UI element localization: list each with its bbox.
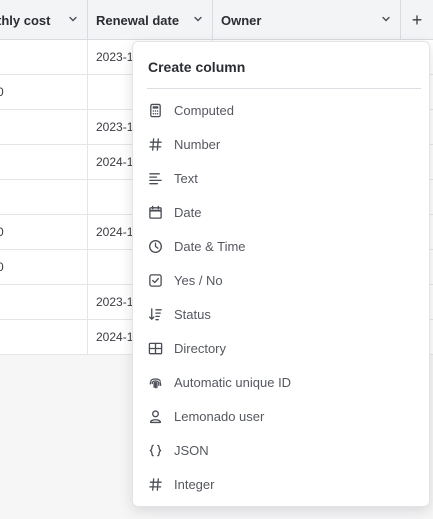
column-header-label: thly cost [0, 12, 51, 28]
column-header-monthly-cost[interactable]: thly cost [0, 0, 88, 40]
chevron-down-icon[interactable] [192, 13, 204, 25]
cell-value: 2024-1 [96, 225, 134, 239]
hash-icon [147, 476, 163, 492]
menu-divider [147, 88, 421, 89]
column-type-option[interactable]: Directory [133, 331, 429, 365]
column-type-option[interactable]: Date & Time [133, 229, 429, 263]
cell-monthly-cost[interactable] [0, 180, 88, 214]
cell-value: 2024-1 [96, 330, 134, 344]
column-header-label: Renewal date [96, 12, 180, 28]
fingerprint-icon [147, 374, 163, 390]
column-type-option[interactable]: Integer [133, 467, 429, 501]
column-header-label: Owner [221, 12, 262, 28]
column-type-label: Yes / No [174, 272, 223, 288]
sort-status-icon [147, 306, 163, 322]
braces-icon [147, 442, 163, 458]
column-type-option[interactable]: Date [133, 195, 429, 229]
table-header: thly cost Renewal date Owner + [0, 0, 433, 40]
column-type-option[interactable]: Status [133, 297, 429, 331]
checkbox-icon [147, 272, 163, 288]
calendar-icon [147, 204, 163, 220]
cell-value: 2023-1 [96, 50, 134, 64]
column-type-option[interactable]: Automatic unique ID [133, 365, 429, 399]
chevron-down-icon[interactable] [380, 13, 392, 25]
add-column-button[interactable]: + [401, 0, 433, 40]
column-type-label: Directory [174, 340, 227, 356]
cell-value: 2023-1 [96, 295, 134, 309]
cell-monthly-cost[interactable] [0, 320, 88, 354]
column-type-label: Date [174, 204, 202, 220]
column-type-list: Computed Number Text Date Date & Time Yes / N… [133, 93, 429, 501]
column-type-option[interactable]: Number [133, 127, 429, 161]
column-type-label: Automatic unique ID [174, 374, 292, 390]
column-type-label: Text [174, 170, 198, 186]
column-type-label: Lemonado user [174, 408, 265, 424]
clock-icon [147, 238, 163, 254]
column-type-option[interactable]: JSON [133, 433, 429, 467]
menu-title: Create column [148, 59, 246, 75]
create-column-menu: Create column Computed Number Text Date Date… [132, 41, 430, 507]
user-icon [147, 408, 163, 424]
plus-icon: + [411, 9, 423, 30]
cell-monthly-cost[interactable] [0, 145, 88, 179]
grid-table-icon [147, 340, 163, 356]
chevron-down-icon[interactable] [67, 13, 79, 25]
column-type-option[interactable]: Text [133, 161, 429, 195]
hash-icon [147, 136, 163, 152]
column-type-option[interactable]: Computed [133, 93, 429, 127]
text-align-icon [147, 170, 163, 186]
cell-monthly-cost[interactable] [0, 285, 88, 319]
cell-value: 0 [0, 85, 4, 99]
cell-value: 2023-1 [96, 120, 134, 134]
cell-value: 0 [0, 260, 4, 274]
cell-value: 2024-1 [96, 155, 134, 169]
column-type-label: Number [174, 136, 221, 152]
column-header-owner[interactable]: Owner [213, 0, 401, 40]
cell-monthly-cost[interactable] [0, 110, 88, 144]
column-type-label: Date & Time [174, 238, 246, 254]
column-header-renewal-date[interactable]: Renewal date [88, 0, 213, 40]
column-type-label: Computed [174, 102, 234, 118]
calculator-icon [147, 102, 163, 118]
column-type-option[interactable]: Lemonado user [133, 399, 429, 433]
column-type-label: Integer [174, 476, 215, 492]
column-type-label: JSON [174, 442, 209, 458]
column-type-label: Status [174, 306, 211, 322]
cell-monthly-cost[interactable] [0, 40, 88, 74]
cell-monthly-cost[interactable]: 0 [0, 215, 88, 249]
cell-value: 0 [0, 225, 4, 239]
cell-monthly-cost[interactable]: 0 [0, 250, 88, 284]
cell-monthly-cost[interactable]: 0 [0, 75, 88, 109]
column-type-option[interactable]: Yes / No [133, 263, 429, 297]
